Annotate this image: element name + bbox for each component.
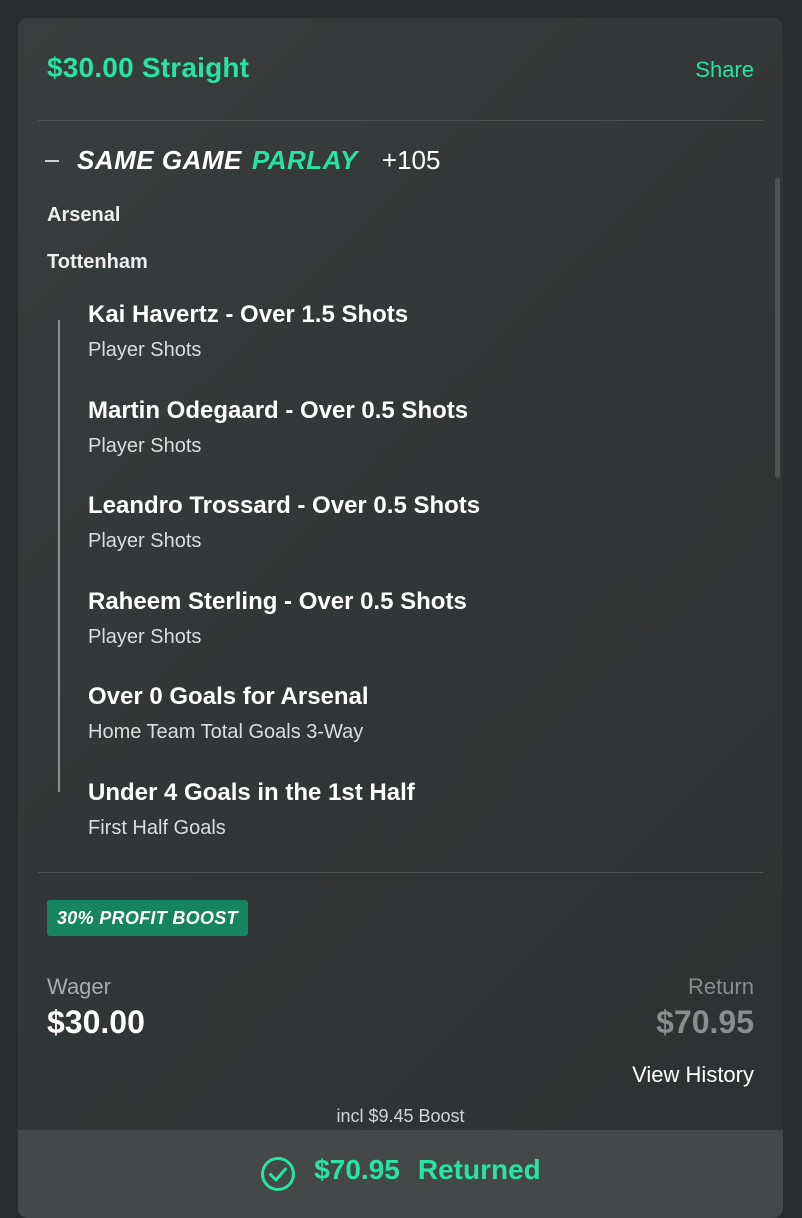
profit-boost-badge: 30% PROFIT BOOST bbox=[47, 900, 248, 936]
parlay-leg: Leandro Trossard - Over 0.5 Shots Player… bbox=[88, 492, 480, 553]
leg-market: Player Shots bbox=[88, 339, 202, 361]
wager-label: Wager bbox=[47, 974, 111, 999]
team-away: Tottenham bbox=[47, 251, 148, 273]
bet-card: $30.00 Straight Share SAME GAME PARLAY +… bbox=[18, 18, 783, 1218]
return-label: Return bbox=[687, 974, 754, 999]
returned-status-bar: $70.95 Returned bbox=[18, 1130, 783, 1218]
parlay-leg: Kai Havertz - Over 1.5 Shots Player Shot… bbox=[88, 301, 408, 362]
leg-selection: Leandro Trossard - Over 0.5 Shots bbox=[88, 492, 481, 519]
leg-market: Player Shots bbox=[88, 626, 202, 648]
bet-header: $30.00 Straight Share bbox=[47, 50, 754, 90]
returned-status: Returned bbox=[417, 1154, 541, 1185]
leg-selection: Martin Odegaard - Over 0.5 Shots bbox=[88, 397, 469, 424]
leg-market: Player Shots bbox=[88, 435, 202, 457]
leg-selection: Kai Havertz - Over 1.5 Shots bbox=[88, 301, 409, 328]
share-button[interactable]: Share bbox=[695, 57, 754, 83]
check-circle-icon bbox=[261, 1157, 296, 1191]
team-home: Arsenal bbox=[47, 204, 121, 226]
view-history-link[interactable]: View History bbox=[632, 1062, 754, 1088]
divider bbox=[38, 872, 763, 873]
parlay-label: PARLAY bbox=[251, 144, 358, 175]
parlay-leg: Raheem Sterling - Over 0.5 Shots Player … bbox=[88, 588, 467, 649]
leg-market: First Half Goals bbox=[88, 817, 226, 839]
same-game-parlay-header[interactable]: SAME GAME PARLAY +105 bbox=[45, 142, 440, 178]
return-amount: $70.95 bbox=[656, 1004, 754, 1040]
leg-selection: Over 0 Goals for Arsenal bbox=[88, 683, 369, 710]
scrollbar[interactable] bbox=[775, 178, 780, 478]
bet-title: $30.00 Straight bbox=[47, 52, 250, 83]
leg-selection: Under 4 Goals in the 1st Half bbox=[88, 779, 415, 806]
parlay-leg: Martin Odegaard - Over 0.5 Shots Player … bbox=[88, 397, 468, 458]
parlay-leg: Over 0 Goals for Arsenal Home Team Total… bbox=[88, 683, 369, 744]
leg-market: Player Shots bbox=[88, 530, 202, 552]
parlay-odds: +105 bbox=[381, 144, 441, 175]
divider bbox=[38, 120, 763, 121]
leg-market: Home Team Total Goals 3-Way bbox=[88, 721, 364, 743]
legs-rail bbox=[58, 320, 60, 792]
profit-boost-label: 30% PROFIT BOOST bbox=[57, 907, 238, 928]
leg-selection: Raheem Sterling - Over 0.5 Shots bbox=[88, 588, 467, 615]
returned-amount: $70.95 bbox=[314, 1154, 400, 1185]
parlay-leg: Under 4 Goals in the 1st Half First Half… bbox=[88, 779, 415, 840]
boost-note: incl $9.45 Boost bbox=[336, 1106, 465, 1126]
same-game-label: SAME GAME bbox=[77, 144, 242, 175]
wager-amount: $30.00 bbox=[47, 1004, 145, 1040]
minus-icon[interactable] bbox=[45, 160, 59, 162]
